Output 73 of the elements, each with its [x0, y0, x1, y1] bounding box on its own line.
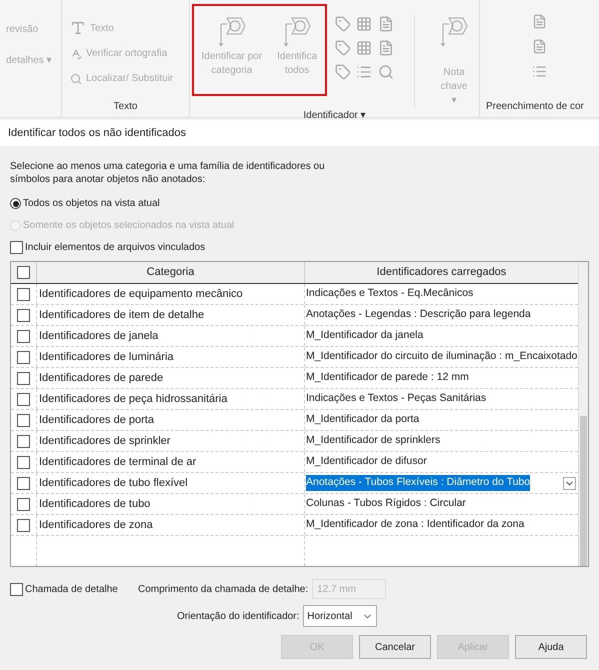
table-cell: Identificadores de tubo flexível	[37, 473, 305, 493]
row-checkbox[interactable]	[17, 414, 30, 426]
tag-tool-icon	[356, 40, 372, 56]
table-cell[interactable]: M_Identificador do circuito de iluminação : m_Encaixotado	[306, 349, 578, 365]
table-cell[interactable]: Indicações e Textos - Peças Sanitárias	[306, 391, 486, 407]
table-cell: Identificadores de terminal de ar	[37, 452, 305, 472]
row-checkbox[interactable]	[17, 330, 30, 342]
tag-tool-icon	[378, 64, 394, 80]
orientation-dropdown[interactable]: Horizontal	[303, 605, 378, 627]
table-cell: Identificadores de sprinkler	[37, 431, 305, 451]
row-checkbox[interactable]	[17, 434, 30, 448]
instruction-text: Selecione ao menos uma categoria e uma família de identificadores ou símbolos para anotar objetos não anotados:	[10, 160, 326, 186]
table-cell[interactable]: Anotações - Tubos Flexíveis : Diâmetro do Tubo	[306, 475, 530, 491]
tag-tool-icon	[378, 40, 394, 56]
table-cell[interactable]: M_Identificador de difusor	[306, 454, 427, 470]
table-cell[interactable]: Indicações e Textos - Eq.Mecânicos	[306, 286, 474, 302]
tag-tool-icon	[378, 16, 394, 32]
table-cell[interactable]: M_Identificador de zona : Identificador da zona	[306, 517, 524, 533]
field-label: Orientação do identificador:	[177, 610, 300, 624]
row-checkbox[interactable]	[17, 392, 30, 406]
panel-label: Identificador ▾	[302, 109, 367, 123]
table-cell: Identificadores de janela	[37, 326, 305, 346]
tag-tool-icon	[334, 64, 351, 80]
checkbox[interactable]	[10, 582, 23, 596]
row-checkbox[interactable]	[17, 498, 30, 510]
radio-button[interactable]	[10, 198, 21, 209]
table-cell: Identificadores de equipamento mecânico	[37, 284, 305, 304]
table-cell[interactable]: M_Identificador de parede : 12 mm	[306, 370, 469, 386]
table-cell[interactable]: M_Identificador da porta	[306, 412, 420, 428]
tag-tool-icon	[356, 16, 372, 32]
table-cell[interactable]: Colunas - Tubos Rígidos : Circular	[306, 496, 466, 512]
table-cell: Identificadores de porta	[37, 410, 305, 430]
row-checkbox[interactable]	[17, 288, 30, 300]
checkbox-label: Incluir elementos de arquivos vinculados	[25, 241, 206, 255]
row-checkbox[interactable]	[17, 518, 30, 532]
tag-tool-icon	[356, 64, 372, 80]
select-all-checkbox[interactable]	[17, 266, 30, 279]
radio-label: Somente os objetos selecionados na vista atual	[23, 219, 234, 233]
table-cell: Identificadores de luminária	[37, 347, 305, 367]
fill-tool-icon	[532, 39, 547, 54]
dropdown-caret-icon	[563, 476, 576, 490]
table-cell: Identificadores de tubo	[37, 494, 305, 514]
scrollbar[interactable]	[578, 262, 588, 566]
fill-tool-icon	[532, 64, 547, 79]
checkbox-label: Chamada de detalhe	[25, 582, 118, 596]
column-header[interactable]: Categoria	[37, 262, 305, 283]
table-cell[interactable]: Anotações - Legendas : Descrição para legenda	[306, 307, 531, 323]
table-cell[interactable]: M_Identificador de sprinklers	[306, 433, 440, 449]
field-label: Comprimento da chamada de detalhe:	[138, 582, 308, 596]
table-cell: Identificadores de parede	[37, 368, 305, 388]
row-checkbox[interactable]	[17, 308, 30, 322]
dialog-button[interactable]: Cancelar	[359, 635, 431, 659]
ribbon-tool-icon	[70, 72, 82, 84]
panel-label: Texto	[112, 100, 138, 114]
ribbon-tool-icon	[70, 20, 86, 36]
panel-label: Preenchimento de cor	[485, 100, 585, 114]
column-header[interactable]: Identificadores carregados	[305, 262, 578, 283]
row-checkbox[interactable]	[17, 350, 30, 364]
tag-tool-icon	[334, 16, 351, 32]
table-cell: Identificadores de peça hidrossanitária	[37, 389, 305, 409]
radio-label: Todos os objetos na vista atual	[23, 197, 160, 211]
row-checkbox[interactable]	[17, 456, 30, 468]
table-cell: Identificadores de item de detalhe	[37, 305, 305, 325]
row-checkbox[interactable]	[17, 372, 30, 384]
row-checkbox[interactable]	[17, 476, 30, 490]
table-cell[interactable]: M_Identificador da janela	[306, 328, 424, 344]
dialog-button[interactable]: Ajuda	[515, 635, 587, 659]
ribbon-tool-icon	[70, 48, 82, 60]
checkbox[interactable]	[10, 241, 23, 254]
tag-tool-icon	[334, 40, 351, 56]
dialog-title: Identificar todos os não identificados	[8, 126, 186, 141]
table-cell: Identificadores de zona	[37, 515, 305, 535]
fill-tool-icon	[532, 14, 547, 29]
